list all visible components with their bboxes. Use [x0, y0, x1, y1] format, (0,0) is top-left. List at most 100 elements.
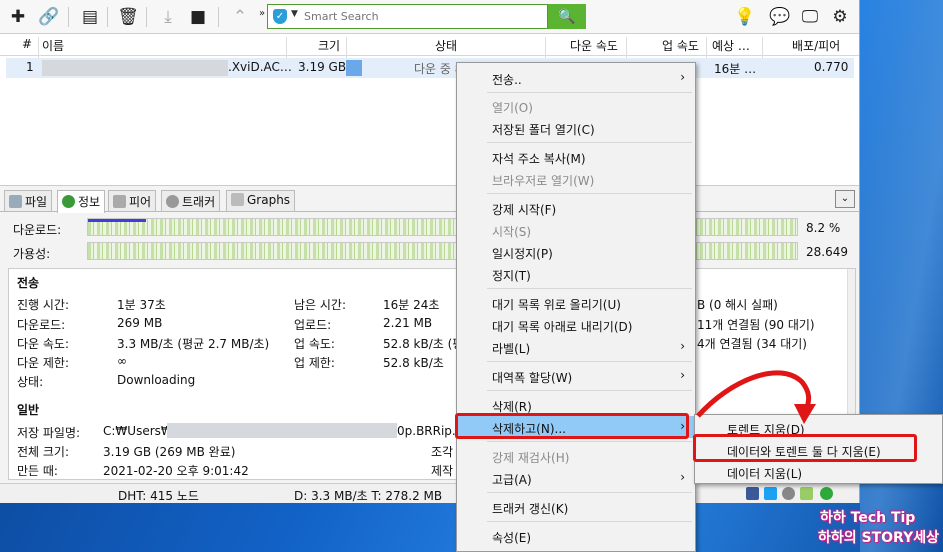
chevron-right-icon: › [680, 470, 685, 484]
redacted-path [167, 423, 397, 438]
transfer-heading: 전송 [17, 276, 40, 290]
menu-open-browser[interactable]: 브라우저로 열기(W) [457, 168, 695, 190]
path-key: 저장 파일명: [17, 426, 81, 440]
row-eta: 16분 … [714, 62, 757, 76]
android-icon[interactable] [800, 487, 813, 500]
chat-icon[interactable]: 💬 [768, 5, 792, 29]
col-status[interactable]: 상태 [435, 37, 457, 54]
remaining-key: 남은 시간: [294, 298, 347, 312]
add-torrent-icon[interactable]: ✚ [6, 5, 30, 29]
row-name: .XviD.AC… [228, 60, 292, 74]
move-up-icon[interactable]: ⌃ [228, 5, 252, 29]
download-value: 8.2 % [806, 221, 841, 235]
dlimit-key: 다운 제한: [17, 356, 70, 370]
tab-info[interactable]: 정보 [57, 190, 106, 213]
col-num[interactable]: # [22, 37, 32, 51]
tab-files[interactable]: 파일 [4, 190, 53, 211]
col-eta[interactable]: 예상 … [712, 37, 750, 54]
torrent-list: # 이름 크기 상태 다운 속도 업 속도 예상 … 배포/피어 1 .XviD… [0, 34, 859, 186]
menu-properties[interactable]: 속성(E) [457, 525, 695, 547]
menu-force-start[interactable]: 강제 시작(F) [457, 197, 695, 219]
menu-advanced[interactable]: 고급(A) › [457, 467, 695, 489]
table-row[interactable]: 1 .XviD.AC… 3.19 GB 다운 중 8.2 % 16분 … 0.7… [6, 58, 854, 78]
total-value: 3.19 GB (269 MB 완료) [103, 445, 236, 459]
downloaded-key: 다운로드: [17, 318, 66, 332]
lightbulb-icon[interactable]: 💡 [733, 5, 757, 29]
red-arrow [696, 370, 816, 424]
facebook-icon[interactable] [746, 487, 759, 500]
menu-open-folder[interactable]: 저장된 폴더 열기(C) [457, 117, 695, 139]
menu-start[interactable]: 시작(S) [457, 219, 695, 241]
seeds-value: 11개 연결됨 (90 대기) [697, 318, 815, 332]
downloaded-value: 269 MB [117, 316, 163, 330]
search-icon: 🔍 [558, 8, 576, 25]
search-input[interactable] [304, 8, 542, 25]
menu-queue-down[interactable]: 대기 목록 아래로 내리기(D) [457, 314, 695, 336]
globe-icon[interactable] [782, 487, 795, 500]
tab-peers[interactable]: 피어 [108, 190, 157, 211]
dlimit-value: ∞ [117, 354, 127, 368]
chevron-right-icon: › [680, 339, 685, 353]
created-key: 만든 때: [17, 464, 58, 478]
menu-transfer[interactable]: 전송.. › [457, 67, 695, 89]
collapse-panel-button[interactable]: ⌄ [835, 190, 855, 208]
create-torrent-icon[interactable]: ▤ [78, 5, 102, 29]
search-button[interactable]: 🔍 [548, 4, 586, 29]
highlight-box-remove-and [455, 413, 689, 439]
ulimit-value: 52.8 kB/초 [383, 356, 444, 370]
monitor-icon[interactable]: 🖵 [798, 5, 822, 29]
arrow-curve [696, 370, 812, 418]
download-icon[interactable]: ⤓ [156, 5, 180, 29]
col-down-speed[interactable]: 다운 속도 [570, 37, 618, 54]
chevron-right-icon: › [680, 368, 685, 382]
detail-tabs: 파일 정보 피어 트래커 Graphs [0, 188, 859, 213]
list-header: # 이름 크기 상태 다운 속도 업 속도 예상 … 배포/피어 [0, 34, 859, 59]
tracker-icon [166, 195, 179, 208]
download-progress-fill [88, 219, 147, 222]
state-key: 상태: [17, 375, 44, 389]
chevron-down-icon: ⌄ [840, 193, 850, 204]
menu-update-tracker[interactable]: 트래커 갱신(K) [457, 496, 695, 518]
add-link-icon[interactable]: 🔗 [37, 5, 61, 29]
availability-label: 가용성: [13, 247, 51, 261]
elapsed-key: 진행 시간: [17, 298, 70, 312]
submenu-remove-data[interactable]: 데이터 지움(L) [695, 461, 942, 483]
col-up-speed[interactable]: 업 속도 [662, 37, 699, 54]
row-progress-bar [346, 60, 362, 76]
dht-status: DHT: 415 노드 [118, 489, 199, 503]
col-ratio[interactable]: 배포/피어 [792, 37, 840, 54]
menu-queue-up[interactable]: 대기 목록 위로 올리기(U) [457, 292, 695, 314]
menu-stop[interactable]: 정지(T) [457, 263, 695, 285]
creator-key: 제작 [431, 464, 454, 478]
pieces-key: 조각 [431, 445, 454, 459]
menu-pause[interactable]: 일시정지(P) [457, 241, 695, 263]
tab-graphs[interactable]: Graphs [226, 190, 296, 211]
total-key: 전체 크기: [17, 445, 70, 459]
status-bar: DHT: 415 노드 D: 3.3 MB/초 T: 278.2 MB [0, 483, 859, 503]
menu-force-recheck[interactable]: 강제 재검사(H) [457, 445, 695, 467]
context-menu: 전송.. › 열기(O) 저장된 폴더 열기(C) 자석 주소 복사(M) 브라우… [456, 62, 696, 552]
menu-open[interactable]: 열기(O) [457, 95, 695, 117]
shield-icon: ✓ [273, 9, 287, 24]
dspeed-key: 다운 속도: [17, 337, 70, 351]
chevron-down-icon[interactable]: ▼ [291, 9, 298, 19]
availability-value: 28.649 [806, 245, 848, 259]
menu-bandwidth[interactable]: 대역폭 할당(W) › [457, 365, 695, 387]
col-size[interactable]: 크기 [318, 37, 340, 54]
check-icon [820, 487, 833, 500]
menu-label[interactable]: 라벨(L) › [457, 336, 695, 358]
remaining-value: 16분 24초 [383, 298, 440, 312]
wasted-value: B (0 해시 실패) [697, 298, 778, 312]
twitter-icon[interactable] [764, 487, 777, 500]
dspeed-value: 3.3 MB/초 (평균 2.7 MB/초) [117, 337, 270, 351]
arrow-head [794, 404, 816, 424]
state-value: Downloading [117, 373, 196, 387]
menu-copy-magnet[interactable]: 자석 주소 복사(M) [457, 146, 695, 168]
stop-icon[interactable]: ■ [186, 5, 210, 29]
gear-icon[interactable]: ⚙ [828, 5, 852, 29]
tab-trackers[interactable]: 트래커 [161, 190, 221, 211]
col-name[interactable]: 이름 [42, 37, 64, 54]
search-box[interactable]: ✓ ▼ [267, 4, 548, 29]
delete-icon[interactable]: 🗑 [116, 5, 140, 29]
toolbar: ✚ 🔗 ▤ 🗑 ⤓ ■ ⌃ » ✓ ▼ 🔍 💡 💬 🖵 ⚙ [0, 0, 859, 34]
